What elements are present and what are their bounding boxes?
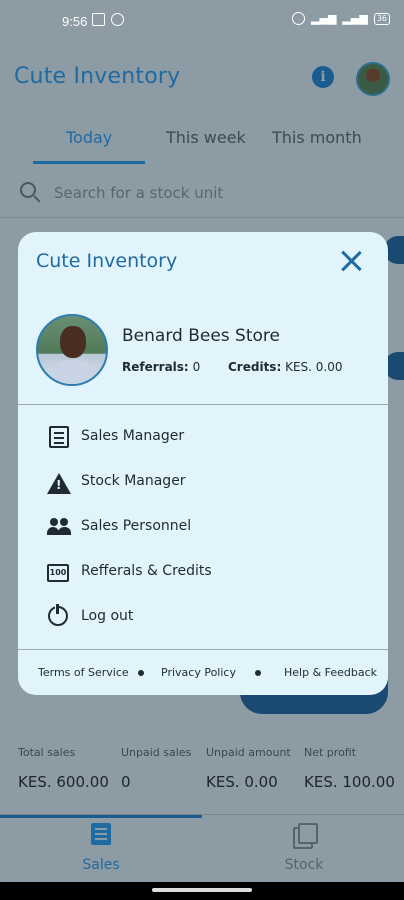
- search-bar: [0, 174, 404, 214]
- power-icon: [48, 602, 68, 626]
- menu-item-label: Sales Personnel: [81, 518, 192, 534]
- status-icons-right: ▂▄▆ ▂▄▆ 36: [292, 12, 390, 25]
- signal-icon: ▂▄▆: [311, 12, 337, 25]
- signal-2-icon: ▂▄▆: [342, 12, 368, 25]
- sales-summary: Total sales KES. 600.00 Unpaid sales 0 U…: [0, 736, 404, 806]
- nav-label: Sales: [82, 857, 120, 873]
- hotspot-icon: [292, 12, 306, 25]
- people-icon: [47, 516, 71, 540]
- referrals-value: 0: [192, 360, 201, 374]
- menu-item-label: Stock Manager: [81, 473, 186, 489]
- summary-unpaid-amount: Unpaid amount KES. 0.00: [206, 746, 291, 791]
- system-nav-bar: [0, 882, 404, 900]
- tab-indicator: [33, 161, 145, 164]
- credits-label: Credits:: [228, 360, 282, 374]
- help-feedback-link[interactable]: Help & Feedback: [284, 666, 377, 679]
- dialog-footer-divider: [18, 649, 388, 650]
- bottom-navigation: Sales Stock: [0, 814, 404, 882]
- separator-dot: [138, 670, 144, 676]
- stack-icon: [293, 823, 318, 849]
- avatar-body: [48, 360, 98, 384]
- close-icon[interactable]: [338, 248, 364, 274]
- summary-unpaid-sales: Unpaid sales 0: [121, 746, 191, 791]
- dialog-footer-links: Terms of Service Privacy Policy Help & F…: [18, 664, 388, 684]
- notification-icon: [92, 13, 105, 26]
- menu-item-sales-manager[interactable]: Sales Manager: [18, 416, 388, 460]
- menu-item-log-out[interactable]: Log out: [18, 596, 388, 640]
- profile-avatar: [36, 314, 108, 386]
- summary-value: KES. 600.00: [18, 773, 109, 791]
- home-gesture-bar[interactable]: [152, 888, 252, 892]
- credits-value: KES. 0.00: [285, 360, 343, 374]
- app-title: Cute Inventory: [14, 64, 181, 89]
- nav-item-sales[interactable]: Sales: [41, 823, 161, 873]
- app-screen: 9:56 ▂▄▆ ▂▄▆ 36 Cute Inventory i Today T…: [0, 0, 404, 900]
- menu-item-label: Refferals & Credits: [81, 563, 212, 579]
- list-icon: [91, 823, 111, 845]
- summary-net-profit: Net profit KES. 100.00: [304, 746, 395, 791]
- tab-this-week[interactable]: This week: [166, 128, 246, 147]
- sync-icon: [111, 13, 124, 26]
- privacy-policy-link[interactable]: Privacy Policy: [161, 666, 236, 679]
- summary-value: KES. 0.00: [206, 773, 278, 791]
- divider: [0, 217, 404, 218]
- menu-item-referrals-credits[interactable]: 100 Refferals & Credits: [18, 551, 388, 595]
- separator-dot: [255, 670, 261, 676]
- menu-item-label: Sales Manager: [81, 428, 185, 444]
- summary-label: Net profit: [304, 746, 357, 759]
- dialog-divider: [18, 404, 388, 405]
- summary-total-sales: Total sales KES. 600.00: [18, 746, 109, 791]
- account-dialog: Cute Inventory Benard Bees Store Referra…: [18, 232, 388, 695]
- menu-item-stock-manager[interactable]: Stock Manager: [18, 461, 388, 505]
- summary-label: Unpaid amount: [206, 746, 291, 759]
- summary-value: KES. 100.00: [304, 773, 395, 791]
- nav-indicator: [0, 815, 202, 818]
- tab-today[interactable]: Today: [66, 128, 112, 147]
- status-icons-left: [92, 13, 124, 26]
- terms-of-service-link[interactable]: Terms of Service: [38, 666, 129, 679]
- referrals-stat: Referrals: 0: [122, 360, 200, 374]
- credits-stat: Credits: KES. 0.00: [228, 360, 343, 374]
- dialog-title: Cute Inventory: [36, 250, 178, 272]
- warning-icon: [47, 473, 71, 494]
- info-icon[interactable]: i: [312, 66, 334, 88]
- store-name: Benard Bees Store: [122, 326, 280, 346]
- avatar[interactable]: [356, 62, 390, 96]
- summary-value: 0: [121, 773, 131, 791]
- badge-100-icon: 100: [47, 564, 69, 582]
- nav-label: Stock: [284, 857, 324, 873]
- menu-item-sales-personnel[interactable]: Sales Personnel: [18, 506, 388, 550]
- referrals-label: Referrals:: [122, 360, 189, 374]
- status-time: 9:56: [62, 14, 88, 29]
- search-icon: [20, 182, 36, 198]
- summary-label: Total sales: [18, 746, 76, 759]
- battery-icon: 36: [373, 12, 390, 25]
- summary-label: Unpaid sales: [121, 746, 192, 759]
- nav-item-stock[interactable]: Stock: [244, 823, 364, 873]
- list-icon: [49, 426, 69, 448]
- search-input[interactable]: [54, 180, 384, 206]
- avatar-face: [60, 326, 86, 358]
- tab-this-month[interactable]: This month: [272, 128, 362, 147]
- status-bar: 9:56 ▂▄▆ ▂▄▆ 36: [0, 0, 404, 44]
- period-tabs: Today This week This month: [0, 124, 404, 164]
- menu-item-label: Log out: [81, 608, 134, 624]
